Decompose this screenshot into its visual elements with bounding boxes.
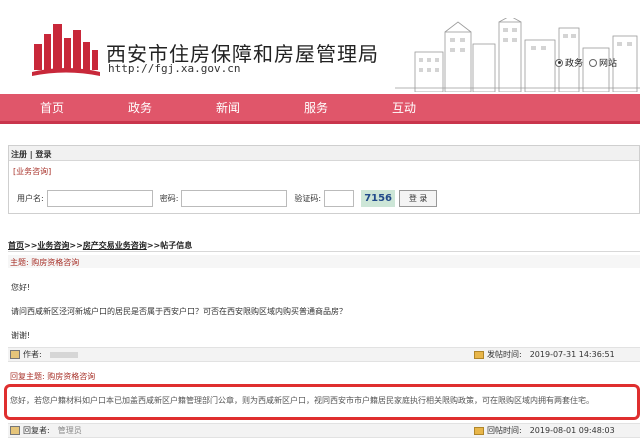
username-label: 用户名: — [17, 193, 44, 203]
radio-label-government: 政务 — [565, 59, 584, 69]
login-form: 用户名: 密码: 验证码: 7156 登 录 — [9, 183, 639, 213]
radio-checked-icon — [555, 58, 563, 67]
breadcrumb-property-transaction[interactable]: 房产交易业务咨询 — [83, 241, 147, 250]
login-panel: 注册 | 登录 [业务咨询] 用户名: 密码: 验证码: 7156 登 录 — [8, 145, 640, 214]
radio-label-website: 网站 — [599, 59, 618, 69]
post-time: 发帖时间: 2019-07-31 14:36:51 — [474, 349, 615, 360]
folder-icon — [474, 350, 484, 359]
nav-item-services[interactable]: 服务 — [272, 99, 360, 116]
reply-time: 回帖时间: 2019-08-01 09:48:03 — [474, 425, 615, 436]
nav-item-interaction[interactable]: 互动 — [360, 99, 448, 116]
city-skyline-illustration — [395, 18, 640, 92]
breadcrumb-post-info: 帖子信息 — [160, 241, 193, 250]
replier-icon — [10, 426, 20, 435]
breadcrumb-separator: >> — [146, 241, 161, 250]
post-subject: 购房资格咨询 — [31, 258, 80, 267]
post-greeting: 您好! — [11, 283, 31, 292]
reply-subject: 购房资格咨询 — [47, 372, 96, 381]
reply-time-value: 2019-08-01 09:48:03 — [529, 426, 615, 435]
password-label: 密码: — [159, 193, 179, 203]
reply-subject-label: 回复主题: — [10, 372, 45, 381]
reply-meta-bar: 回复者: 管理员 回帖时间: 2019-08-01 09:48:03 — [8, 423, 640, 438]
register-login-header[interactable]: 注册 | 登录 — [9, 146, 639, 161]
nav-item-government-affairs[interactable]: 政务 — [96, 99, 184, 116]
post-meta-bar: 作者: 发帖时间: 2019-07-31 14:36:51 — [8, 347, 640, 362]
reply-time-label: 回帖时间: — [487, 426, 522, 435]
login-button[interactable]: 登 录 — [399, 189, 438, 207]
section-label: [业务咨询] — [13, 167, 52, 176]
captcha-label: 验证码: — [294, 193, 322, 203]
post-thanks: 谢谢! — [11, 331, 31, 340]
replier-label: 回复者: — [23, 426, 50, 435]
folder-icon — [474, 426, 484, 435]
site-url: http://fgj.xa.gov.cn — [108, 62, 241, 75]
post-time-value: 2019-07-31 14:36:51 — [529, 350, 615, 359]
post-question: 请问西咸新区泾河新城户口的居民是否属于西安户口？可否在西安限购区域内购买普通商品… — [11, 307, 347, 316]
captcha-image[interactable]: 7156 — [361, 189, 396, 207]
post-subject-bar: 主题: 购房资格咨询 — [8, 255, 640, 268]
breadcrumb-separator: >> — [69, 241, 83, 250]
breadcrumb-separator: >> — [24, 241, 38, 250]
reply-subject-bar: 回复主题: 购房资格咨询 — [8, 369, 640, 382]
post-time-label: 发帖时间: — [487, 350, 522, 359]
post-body: 您好! 请问西咸新区泾河新城户口的居民是否属于西安户口？可否在西安限购区域内购买… — [8, 270, 640, 342]
replier-name: 管理员 — [57, 426, 82, 435]
author-icon — [10, 350, 20, 359]
author-name-redacted — [49, 351, 78, 358]
radio-option-government[interactable]: 政务 — [555, 56, 583, 69]
nav-item-news[interactable]: 新闻 — [184, 99, 272, 116]
author-label: 作者: — [23, 350, 42, 359]
radio-option-website[interactable]: 网站 — [589, 56, 617, 69]
breadcrumb-business-consulting[interactable]: 业务咨询 — [37, 241, 69, 250]
breadcrumb-home[interactable]: 首页 — [8, 241, 24, 250]
site-logo[interactable] — [30, 20, 102, 78]
nav-item-home[interactable]: 首页 — [8, 99, 96, 116]
breadcrumb: 首页>>业务咨询>>房产交易业务咨询>>帖子信息 — [8, 240, 640, 252]
password-input[interactable] — [181, 189, 288, 207]
annotation-highlight-box — [4, 384, 640, 420]
captcha-input[interactable] — [324, 189, 355, 207]
post-subject-label: 主题: — [10, 258, 29, 267]
site-header: 西安市住房保障和房屋管理局 http://fgj.xa.gov.cn 政务 网站 — [0, 0, 640, 92]
username-input[interactable] — [46, 189, 153, 207]
search-scope-radio-group: 政务 网站 — [555, 56, 617, 69]
main-nav: 首页 政务 新闻 服务 互动 — [0, 94, 640, 124]
radio-unchecked-icon — [589, 58, 598, 67]
